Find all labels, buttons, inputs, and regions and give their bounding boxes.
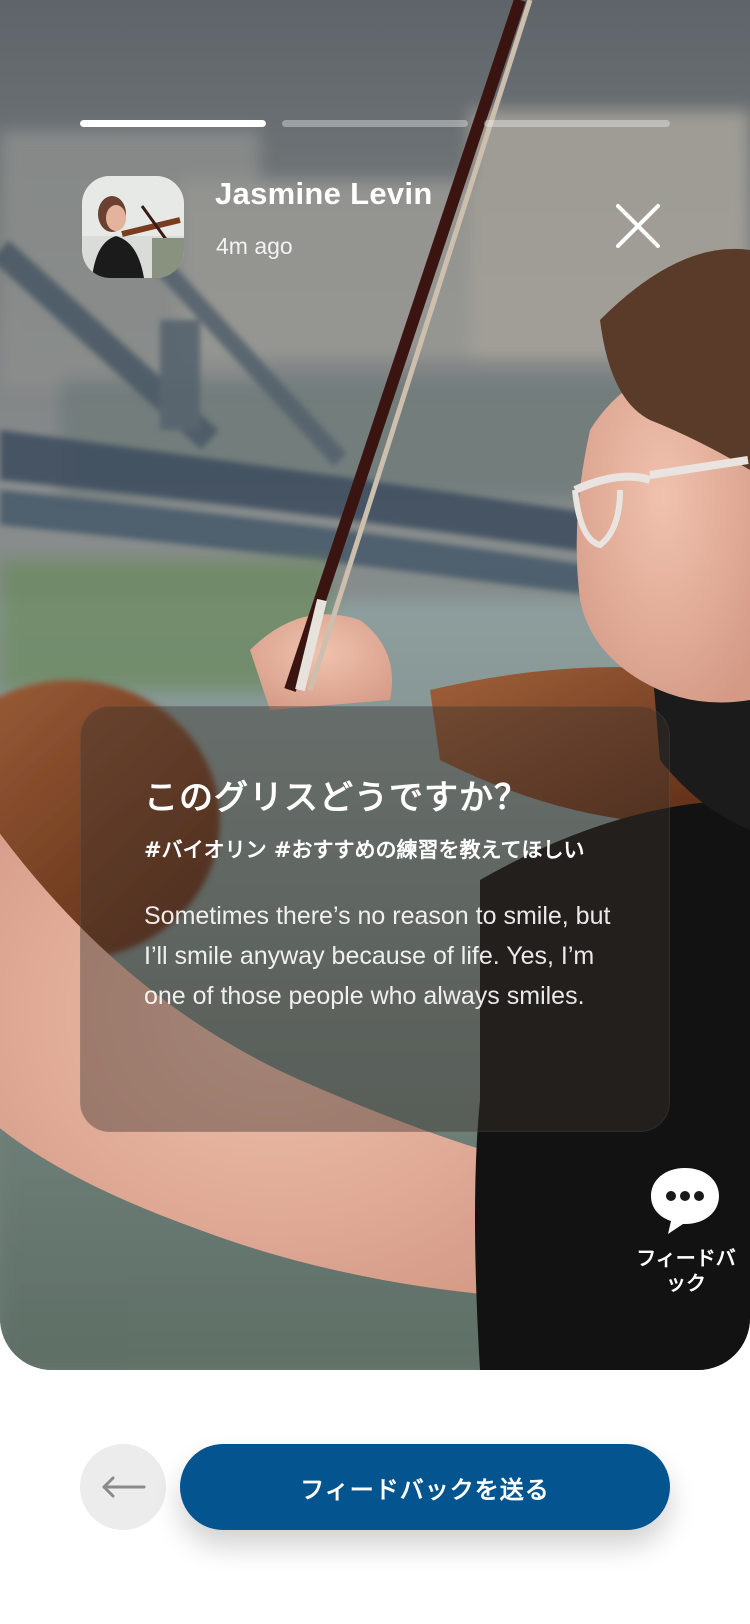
caption-card: このグリスどうですか？ #バイオリン #おすすめの練習を教えてほしい Somet… xyxy=(80,706,670,1132)
back-button[interactable] xyxy=(80,1444,166,1530)
card-title: このグリスどうですか？ xyxy=(144,778,529,818)
send-feedback-button[interactable]: フィードバックを送る xyxy=(180,1444,670,1530)
story-progress xyxy=(80,120,670,128)
chat-bubble-icon[interactable] xyxy=(648,1164,722,1236)
card-hashtags[interactable]: #バイオリン #おすすめの練習を教えてほしい xyxy=(144,836,604,864)
progress-segment xyxy=(80,120,266,127)
user-name[interactable]: Jasmine Levin xyxy=(215,176,433,212)
story-viewer: Jasmine Levin 4m ago このグリスどうですか？ #バイオリン … xyxy=(0,0,750,1370)
close-icon[interactable] xyxy=(612,200,664,252)
progress-segment xyxy=(484,120,670,127)
progress-segment xyxy=(282,120,468,127)
post-time: 4m ago xyxy=(216,233,293,259)
avatar[interactable] xyxy=(82,176,184,278)
card-body: Sometimes there’s no reason to smile, bu… xyxy=(144,902,611,1010)
arrow-left-icon xyxy=(102,1476,146,1498)
feedback-label[interactable]: フィードバック xyxy=(628,1246,744,1296)
